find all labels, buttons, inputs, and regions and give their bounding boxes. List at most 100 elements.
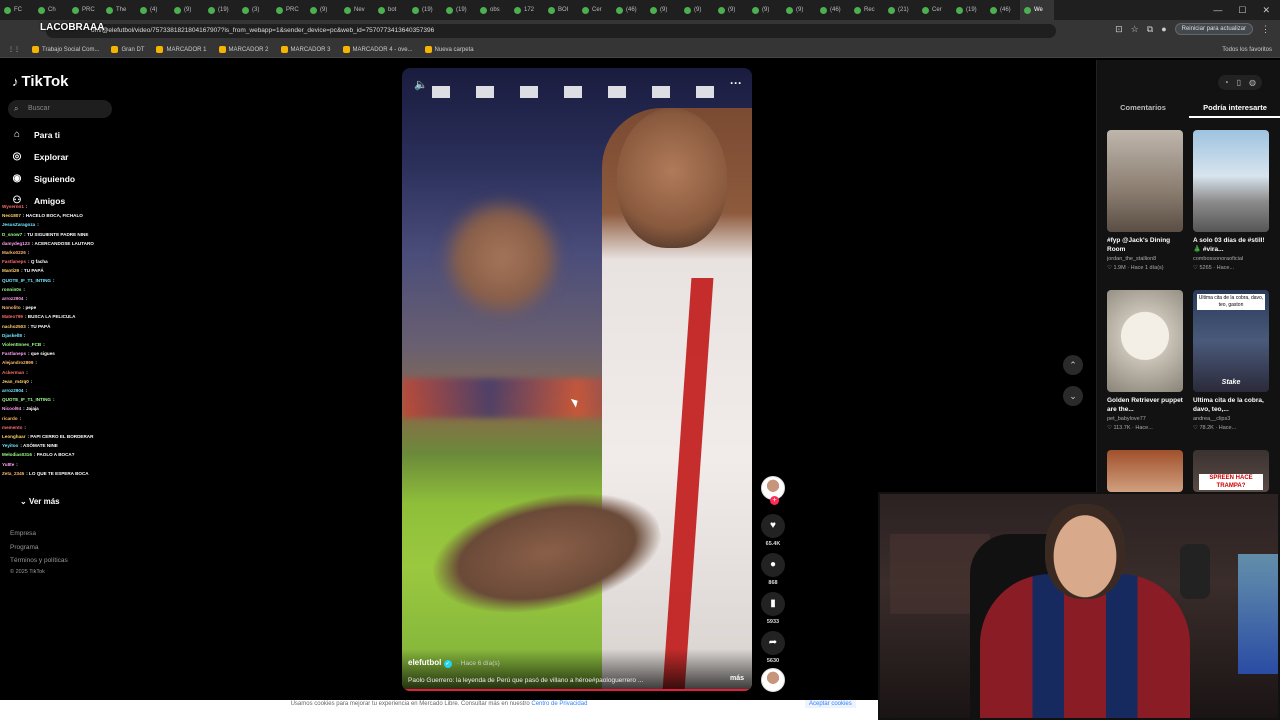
- star-icon[interactable]: ☆: [1131, 24, 1139, 35]
- video-author[interactable]: elefutbol ✓ · Hace 6 día(s): [408, 658, 500, 668]
- nav-siguiendo[interactable]: ◉ Siguiendo: [10, 173, 75, 184]
- bookmark-item[interactable]: Trabajo Social Com...: [32, 46, 99, 53]
- extension-icon[interactable]: ⧉: [1147, 24, 1153, 35]
- footer-terminos[interactable]: Términos y políticas: [10, 557, 68, 564]
- browser-tab[interactable]: obs: [476, 0, 510, 20]
- save-action[interactable]: ▮ 5933: [761, 592, 785, 625]
- tiktok-logo[interactable]: ♪ TikTok: [12, 73, 68, 90]
- comment-icon[interactable]: ●: [761, 553, 785, 577]
- browser-tab[interactable]: (9): [782, 0, 816, 20]
- chevron-down-icon[interactable]: ⌄: [1063, 386, 1083, 406]
- follow-plus-icon[interactable]: +: [770, 496, 779, 505]
- privacy-link[interactable]: Centro de Privacidad: [531, 701, 587, 707]
- browser-tab[interactable]: (9): [680, 0, 714, 20]
- suggested-video-card[interactable]: Ultima cita de la cobra, davo, teo, gast…: [1193, 290, 1269, 432]
- video-thumbnail[interactable]: [1107, 290, 1183, 392]
- share-icon[interactable]: ➦: [761, 631, 785, 655]
- bookmark-icon[interactable]: ▮: [761, 592, 785, 616]
- close-icon[interactable]: ✕: [1262, 5, 1270, 16]
- browser-tab[interactable]: (46): [986, 0, 1020, 20]
- browser-tab[interactable]: (3): [238, 0, 272, 20]
- volume-icon[interactable]: 🔈: [414, 78, 428, 91]
- browser-tab[interactable]: (21): [884, 0, 918, 20]
- accept-cookies-button[interactable]: Aceptar cookies: [805, 700, 856, 708]
- user-avatar-icon[interactable]: ◍: [1249, 78, 1256, 87]
- browser-tab[interactable]: (46): [816, 0, 850, 20]
- music-disc-icon[interactable]: [761, 668, 785, 692]
- bookmark-item[interactable]: Nueva carpeta: [424, 46, 474, 53]
- chevron-up-icon[interactable]: ⌃: [1063, 355, 1083, 375]
- author-avatar-wrap[interactable]: +: [761, 476, 785, 510]
- video-thumbnail[interactable]: Ultima cita de la cobra, davo, teo, gast…: [1193, 290, 1269, 392]
- footer-empresa[interactable]: Empresa: [10, 530, 36, 537]
- video-thumbnail[interactable]: [1193, 130, 1269, 232]
- browser-tab[interactable]: Ch: [34, 0, 68, 20]
- footer-programa[interactable]: Programa: [10, 544, 39, 551]
- bookmark-item[interactable]: MARCADOR 1: [156, 46, 207, 53]
- video-progress-bar[interactable]: [402, 689, 752, 691]
- nav-up[interactable]: ⌃: [1063, 355, 1083, 375]
- like-action[interactable]: ♥ 65.4K: [761, 514, 785, 547]
- tab-podria-interesarte[interactable]: Podría interesarte: [1189, 100, 1280, 118]
- browser-tab[interactable]: (9): [306, 0, 340, 20]
- browser-tab[interactable]: (4): [136, 0, 170, 20]
- browser-tab[interactable]: We: [1020, 0, 1054, 20]
- menu-icon[interactable]: ⋮: [1261, 24, 1270, 35]
- video-player[interactable]: 🔈 ··· elefutbol ✓ · Hace 6 día(s) Paolo …: [402, 68, 752, 691]
- video-more-link[interactable]: más: [730, 675, 744, 682]
- bookmark-item[interactable]: MARCADOR 2: [218, 46, 269, 53]
- bookmark-item[interactable]: Gran DT: [111, 46, 144, 53]
- video-thumbnail[interactable]: SPREEN HACE TRAMPA?: [1193, 450, 1269, 492]
- nav-para-ti[interactable]: ⌂ Para ti: [10, 129, 60, 140]
- more-options-icon[interactable]: ···: [730, 76, 742, 90]
- browser-tab[interactable]: Nev: [340, 0, 374, 20]
- comment-action[interactable]: ● 868: [761, 553, 785, 586]
- browser-tab[interactable]: Cer: [578, 0, 612, 20]
- browser-tab[interactable]: PRC: [272, 0, 306, 20]
- suggested-video-card[interactable]: A solo 03 días de #still! 🎄 #vira... com…: [1193, 130, 1269, 272]
- ver-mas-button[interactable]: ⌄ Ver más: [20, 497, 60, 506]
- browser-tab[interactable]: (9): [714, 0, 748, 20]
- bookmark-item[interactable]: MARCADOR 3: [280, 46, 331, 53]
- browser-tab[interactable]: (19): [204, 0, 238, 20]
- browser-tab[interactable]: (9): [748, 0, 782, 20]
- install-icon[interactable]: ⊡: [1115, 24, 1123, 35]
- browser-tab[interactable]: (19): [442, 0, 476, 20]
- browser-tab[interactable]: (19): [952, 0, 986, 20]
- apps-icon[interactable]: ⋮⋮: [8, 46, 20, 53]
- browser-tab[interactable]: Cer: [918, 0, 952, 20]
- suggested-video-card[interactable]: #fyp @Jack's Dining Room jordan_the_stal…: [1107, 130, 1183, 272]
- minimize-icon[interactable]: —: [1213, 5, 1222, 15]
- tab-comentarios[interactable]: Comentarios: [1097, 100, 1189, 118]
- maximize-icon[interactable]: ☐: [1238, 5, 1246, 16]
- video-thumbnail[interactable]: [1107, 130, 1183, 232]
- profile-icon[interactable]: ●: [1161, 24, 1166, 34]
- url-field[interactable]: om/@elefutbol/video/7573381821804167907?…: [46, 24, 1056, 38]
- browser-tab[interactable]: bot: [374, 0, 408, 20]
- suggested-video-card[interactable]: [1107, 450, 1183, 492]
- suggested-video-card[interactable]: Golden Retriever puppet are the... pet_b…: [1107, 290, 1183, 432]
- heart-icon[interactable]: ♥: [761, 514, 785, 538]
- device-icon[interactable]: ▯: [1237, 78, 1241, 87]
- browser-tab[interactable]: (9): [170, 0, 204, 20]
- bookmark-item[interactable]: MARCADOR 4 - ove...: [342, 46, 413, 53]
- suggested-video-card[interactable]: SPREEN HACE TRAMPA?: [1193, 450, 1269, 492]
- browser-tab[interactable]: PRC: [68, 0, 102, 20]
- compass-small-icon[interactable]: ◔: [1224, 78, 1229, 87]
- video-thumbnail[interactable]: [1107, 450, 1183, 492]
- browser-tab[interactable]: Rec: [850, 0, 884, 20]
- browser-tab[interactable]: FC: [0, 0, 34, 20]
- all-favorites[interactable]: Todos los favoritos: [1222, 47, 1272, 53]
- nav-down[interactable]: ⌄: [1063, 386, 1083, 406]
- browser-tab[interactable]: (9): [646, 0, 680, 20]
- browser-tab[interactable]: (46): [612, 0, 646, 20]
- browser-tab[interactable]: 172: [510, 0, 544, 20]
- update-button[interactable]: Reiniciar para actualizar: [1174, 23, 1253, 35]
- browser-tab[interactable]: The: [102, 0, 136, 20]
- nav-explorar[interactable]: ◎ Explorar: [10, 151, 69, 162]
- browser-tab[interactable]: (19): [408, 0, 442, 20]
- search-input[interactable]: ⌕ Buscar: [8, 100, 112, 118]
- favicon-icon: [650, 6, 657, 14]
- browser-tab[interactable]: BOI: [544, 0, 578, 20]
- share-action[interactable]: ➦ 5630: [761, 631, 785, 664]
